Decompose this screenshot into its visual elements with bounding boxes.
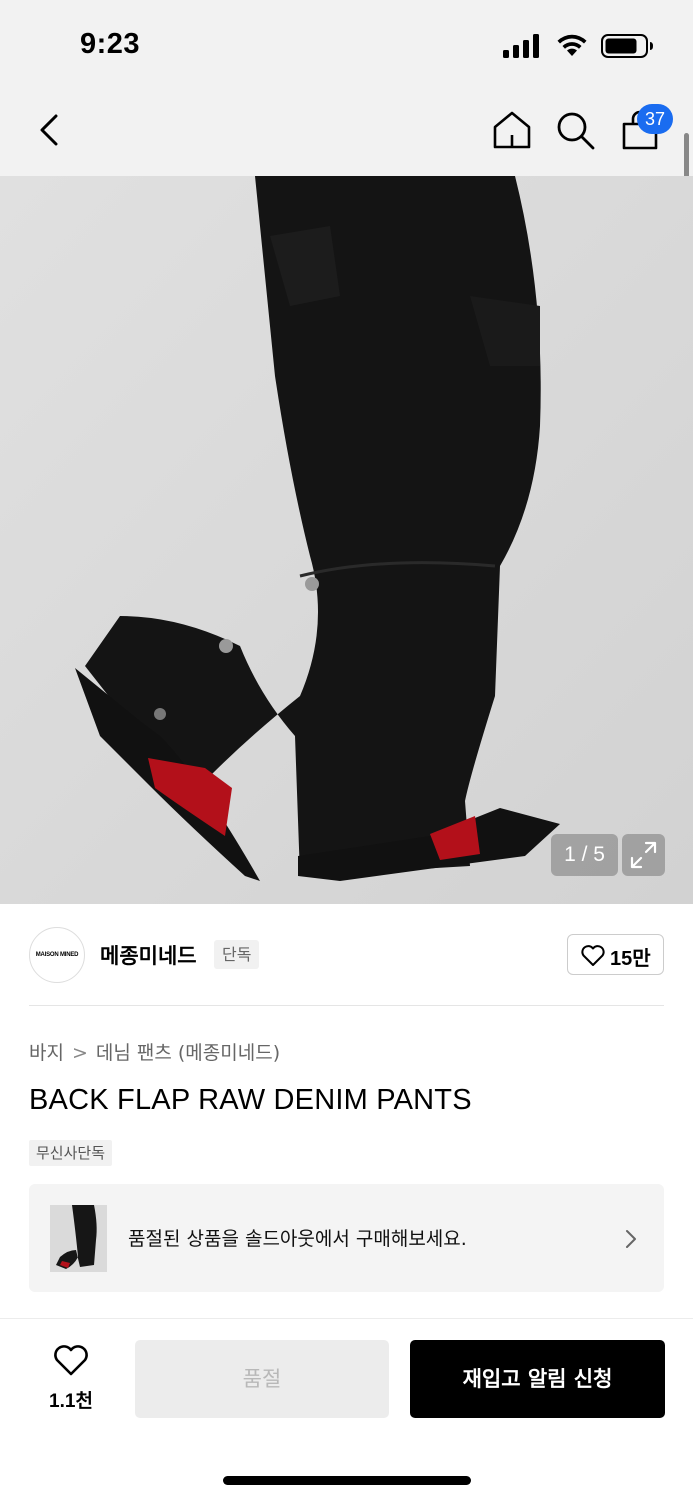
soldout-button: 품절: [135, 1340, 389, 1418]
status-icons: [503, 30, 653, 60]
bottom-bar-divider: [0, 1318, 693, 1319]
wishlist-button[interactable]: 1.1천: [40, 1340, 102, 1420]
soldout-banner-text: 품절된 상품을 솔드아웃에서 구매해보세요.: [128, 1228, 467, 1250]
brand-like-count: 15만: [610, 948, 651, 970]
cellular-signal-icon: [503, 34, 539, 58]
battery-icon: [601, 34, 653, 58]
image-counter: 1 / 5: [551, 834, 618, 876]
divider: [29, 1005, 664, 1006]
cart-count-badge: 37: [637, 104, 673, 134]
product-photo: [0, 176, 693, 904]
product-image[interactable]: [0, 176, 693, 904]
heart-icon: [54, 1345, 88, 1376]
heart-outline-icon: [581, 945, 605, 966]
chevron-left-icon: [40, 114, 58, 146]
product-title: BACK FLAP RAW DENIM PANTS: [29, 1084, 472, 1116]
restock-alert-button[interactable]: 재입고 알림 신청: [410, 1340, 665, 1418]
wishlist-count: 1.1천: [49, 1391, 93, 1412]
soldout-banner[interactable]: 품절된 상품을 솔드아웃에서 구매해보세요.: [29, 1184, 664, 1292]
breadcrumb: 바지 > 데님 팬츠 (메종미네드): [29, 1038, 280, 1065]
brand-exclusive-tag: 단독: [214, 940, 260, 969]
wifi-icon: [557, 34, 587, 56]
breadcrumb-subcategory[interactable]: 데님 팬츠 (메종미네드): [96, 1042, 280, 1064]
status-time: 9:23: [80, 28, 141, 60]
search-icon: [557, 112, 595, 150]
home-button[interactable]: [490, 108, 534, 152]
brand-like-button[interactable]: 15만: [567, 934, 664, 975]
home-icon: [493, 111, 531, 149]
exclusive-badge: 무신사단독: [29, 1140, 113, 1166]
soldout-product-thumbnail: [50, 1205, 107, 1272]
brand-name[interactable]: 메종미네드: [100, 940, 197, 970]
brand-logo[interactable]: MAISON MINED: [29, 927, 85, 983]
breadcrumb-separator-icon: >: [71, 1042, 88, 1064]
back-button[interactable]: [30, 108, 70, 152]
expand-icon: [630, 841, 657, 869]
breadcrumb-category[interactable]: 바지: [29, 1042, 64, 1064]
search-button[interactable]: [553, 108, 597, 152]
chevron-right-icon: [626, 1230, 636, 1248]
home-indicator: [223, 1476, 471, 1485]
top-bar: 9:23 37: [0, 0, 693, 176]
expand-button[interactable]: [622, 834, 665, 876]
